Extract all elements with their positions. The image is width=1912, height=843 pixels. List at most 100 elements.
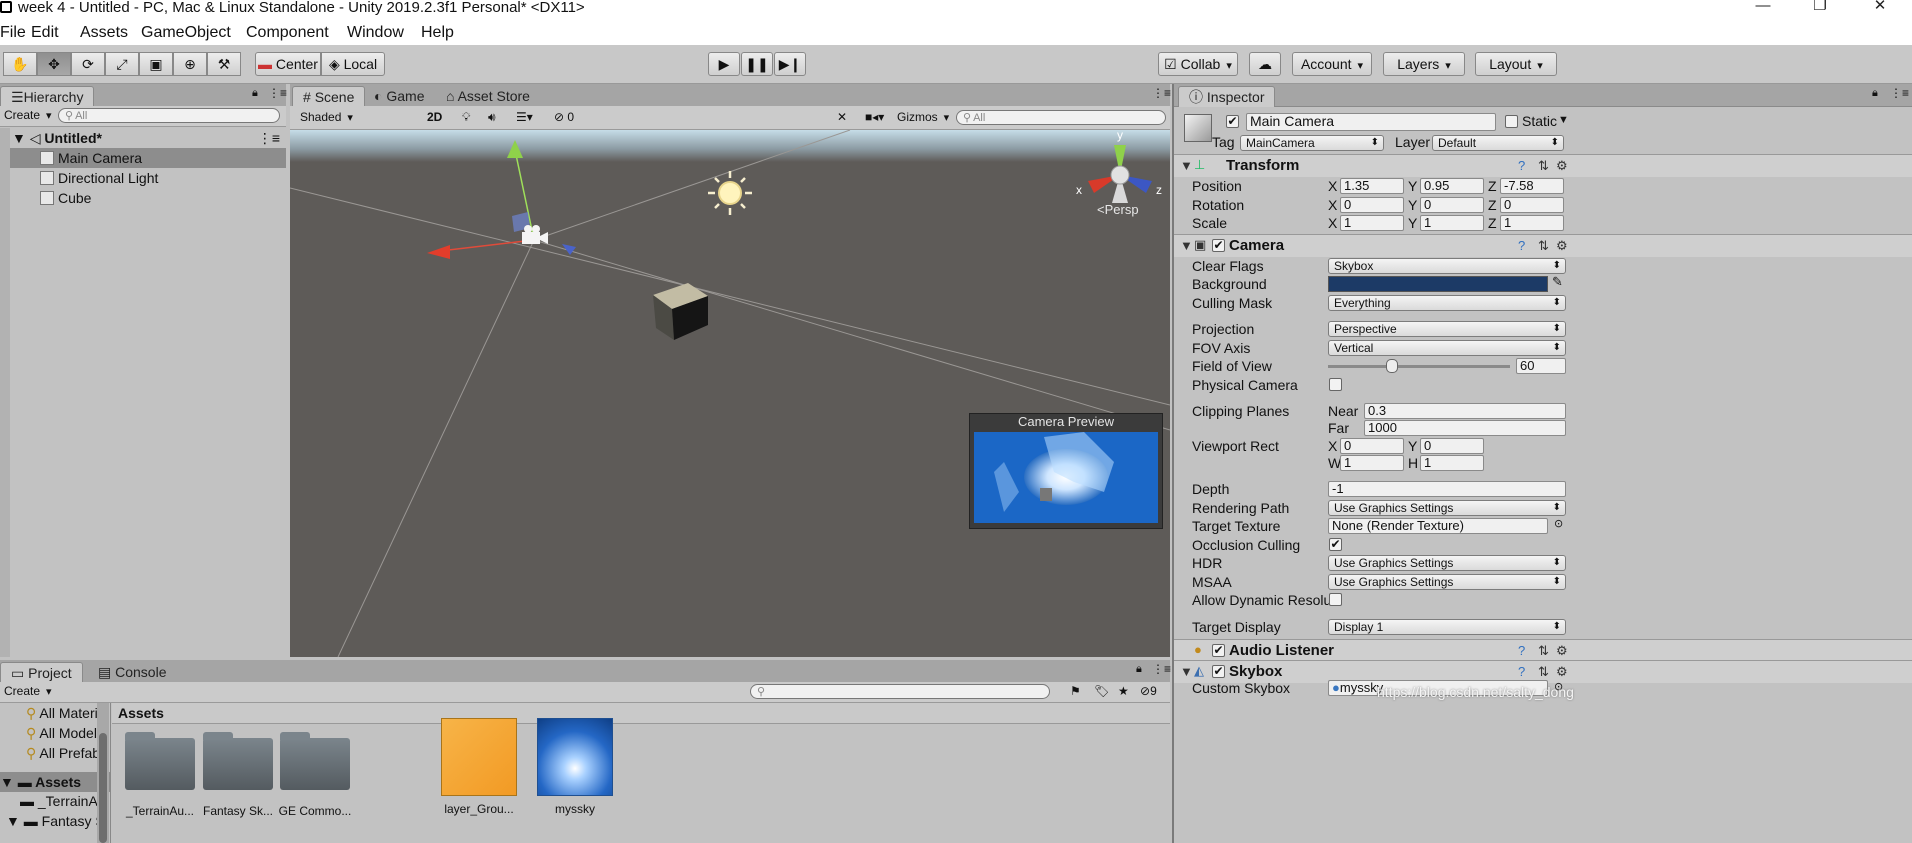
camera-enabled-checkbox[interactable]: ✔	[1212, 239, 1225, 252]
hidden-objects-toggle[interactable]: ⊘ 0	[554, 109, 574, 126]
camera-settings-icon[interactable]: ■◂▾	[865, 109, 884, 126]
help-icon[interactable]: ?	[1518, 664, 1525, 679]
fov-slider-thumb[interactable]	[1386, 359, 1399, 373]
audio-listener-checkbox[interactable]: ✔	[1212, 644, 1225, 657]
target-texture-field[interactable]: None (Render Texture)	[1328, 518, 1548, 534]
collapse-arrow-icon[interactable]: ▼	[1180, 664, 1193, 679]
favorite-item[interactable]: ⚲ All Prefab	[26, 745, 100, 762]
tab-asset-store[interactable]: ⌂ Asset Store	[436, 86, 540, 106]
hierarchy-create-dropdown[interactable]: Create	[4, 107, 52, 124]
viewport-x-field[interactable]: 0	[1340, 438, 1404, 454]
scene-menu-icon[interactable]: ⋮≡	[258, 128, 280, 148]
settings-gear-icon[interactable]: ⚙	[1556, 664, 1568, 680]
panel-menu-icon[interactable]: ⋮≡	[268, 86, 287, 100]
menu-assets[interactable]: Assets	[80, 24, 128, 42]
hand-tool-icon[interactable]: ✋	[3, 52, 37, 76]
preset-icon[interactable]: ⇅	[1538, 643, 1549, 659]
tag-dropdown[interactable]: MainCamera	[1240, 135, 1384, 151]
settings-gear-icon[interactable]: ⚙	[1556, 158, 1568, 174]
tree-item-terrain[interactable]: ▬ _TerrainA	[20, 793, 98, 809]
fov-axis-dropdown[interactable]: Vertical	[1328, 340, 1566, 356]
transform-header[interactable]: ▼ ⊥ Transform ? ⇅ ⚙	[1174, 154, 1912, 177]
pause-button[interactable]: ❚❚	[741, 52, 773, 76]
preset-icon[interactable]: ⇅	[1538, 158, 1549, 174]
viewport-w-field[interactable]: 1	[1340, 455, 1404, 471]
position-x-field[interactable]: 1.35	[1340, 178, 1404, 194]
rotation-x-field[interactable]: 0	[1340, 197, 1404, 213]
hierarchy-search-input[interactable]: All	[58, 108, 280, 123]
cube-object[interactable]	[653, 283, 708, 340]
camera-gizmo-icon[interactable]	[522, 225, 548, 244]
settings-gear-icon[interactable]: ⚙	[1556, 643, 1568, 659]
culling-mask-dropdown[interactable]: Everything	[1328, 295, 1566, 311]
lock-icon[interactable]: 🔒︎	[1872, 87, 1878, 100]
viewport-y-field[interactable]: 0	[1420, 438, 1484, 454]
scene-viewport[interactable]: y x z <Persp Camera Preview	[290, 130, 1170, 657]
move-tool-icon[interactable]: ✥	[37, 52, 71, 76]
custom-tool-icon[interactable]: ⚒	[207, 52, 241, 76]
collapse-arrow-icon[interactable]: ▼	[12, 130, 30, 146]
asset-tile[interactable]: Fantasy Sk...	[200, 732, 276, 818]
preset-icon[interactable]: ⇅	[1538, 238, 1549, 254]
gizmos-dropdown[interactable]: Gizmos	[897, 109, 949, 126]
collapse-arrow-icon[interactable]: ▼	[1180, 238, 1193, 253]
active-checkbox[interactable]: ✔	[1226, 115, 1239, 128]
lighting-toggle-icon[interactable]: 💡︎	[462, 109, 470, 126]
menu-edit[interactable]: Edit	[31, 24, 59, 42]
close-button[interactable]: ✕	[1857, 0, 1903, 16]
eyedropper-icon[interactable]: ✎	[1552, 274, 1563, 290]
rotation-z-field[interactable]: 0	[1500, 197, 1564, 213]
asset-tile[interactable]: myssky	[537, 718, 613, 816]
scale-tool-icon[interactable]: ⤢	[105, 52, 139, 76]
favorite-item[interactable]: ⚲ All Materi	[26, 705, 98, 722]
tree-scroll-thumb[interactable]	[99, 733, 107, 843]
panel-menu-icon[interactable]: ⋮≡	[1152, 662, 1171, 676]
rect-tool-icon[interactable]: ▣	[139, 52, 173, 76]
asset-tile[interactable]: _TerrainAu...	[122, 732, 198, 818]
panel-menu-icon[interactable]: ⋮≡	[1152, 86, 1171, 100]
viewport-h-field[interactable]: 1	[1420, 455, 1484, 471]
favorite-star-icon[interactable]: ★	[1118, 683, 1129, 700]
2d-toggle[interactable]: 2D	[427, 109, 442, 126]
tab-scene[interactable]: # Scene	[292, 86, 366, 107]
shading-dropdown[interactable]: Shaded	[300, 109, 418, 126]
asset-tile[interactable]: GE Commo...	[277, 732, 353, 818]
rotation-y-field[interactable]: 0	[1420, 197, 1484, 213]
filter-label-icon[interactable]: 🏷︎	[1094, 683, 1109, 700]
depth-field[interactable]: -1	[1328, 481, 1566, 497]
pivot-local-toggle[interactable]: ◈ Local	[321, 52, 385, 76]
restore-button[interactable]: ❐	[1797, 0, 1843, 16]
transform-tool-icon[interactable]: ⊕	[173, 52, 207, 76]
tree-scrollbar[interactable]	[97, 703, 109, 843]
layout-dropdown[interactable]: Layout	[1475, 52, 1557, 76]
menu-gameobject[interactable]: GameObject	[141, 24, 231, 42]
fov-field[interactable]: 60	[1516, 358, 1566, 374]
tab-game[interactable]: ◐ Game	[364, 86, 434, 106]
static-dropdown-icon[interactable]: ▼	[1558, 114, 1569, 126]
far-field[interactable]: 1000	[1364, 420, 1566, 436]
background-color-swatch[interactable]	[1328, 276, 1548, 292]
audio-toggle-icon[interactable]: 🔊︎	[488, 109, 496, 126]
scale-z-field[interactable]: 1	[1500, 215, 1564, 231]
msaa-dropdown[interactable]: Use Graphics Settings	[1328, 574, 1566, 590]
layers-dropdown[interactable]: Layers	[1383, 52, 1465, 76]
x-arrow-icon[interactable]	[427, 245, 450, 259]
settings-gear-icon[interactable]: ⚙	[1556, 238, 1568, 254]
scale-x-field[interactable]: 1	[1340, 215, 1404, 231]
expand-arrow-icon[interactable]: ▼	[0, 774, 18, 790]
skybox-enabled-checkbox[interactable]: ✔	[1212, 665, 1225, 678]
tab-project[interactable]: ▭ Project	[0, 662, 83, 683]
panel-menu-icon[interactable]: ⋮≡	[1890, 86, 1909, 100]
projection-label[interactable]: <Persp	[1097, 202, 1139, 217]
tools-icon[interactable]: ✕	[837, 109, 847, 126]
tab-hierarchy[interactable]: ☰Hierarchy	[0, 86, 95, 107]
occlusion-culling-checkbox[interactable]: ✔	[1329, 538, 1342, 551]
projection-dropdown[interactable]: Perspective	[1328, 321, 1566, 337]
rendering-path-dropdown[interactable]: Use Graphics Settings	[1328, 500, 1566, 516]
expand-arrow-icon[interactable]: ▼	[6, 813, 24, 829]
collab-dropdown[interactable]: ☑ Collab	[1158, 52, 1238, 76]
dynamic-resolution-checkbox[interactable]	[1329, 593, 1342, 606]
preset-icon[interactable]: ⇅	[1538, 664, 1549, 680]
layer-dropdown[interactable]: Default	[1432, 135, 1564, 151]
effects-toggle-icon[interactable]: ☰▾	[516, 109, 533, 126]
